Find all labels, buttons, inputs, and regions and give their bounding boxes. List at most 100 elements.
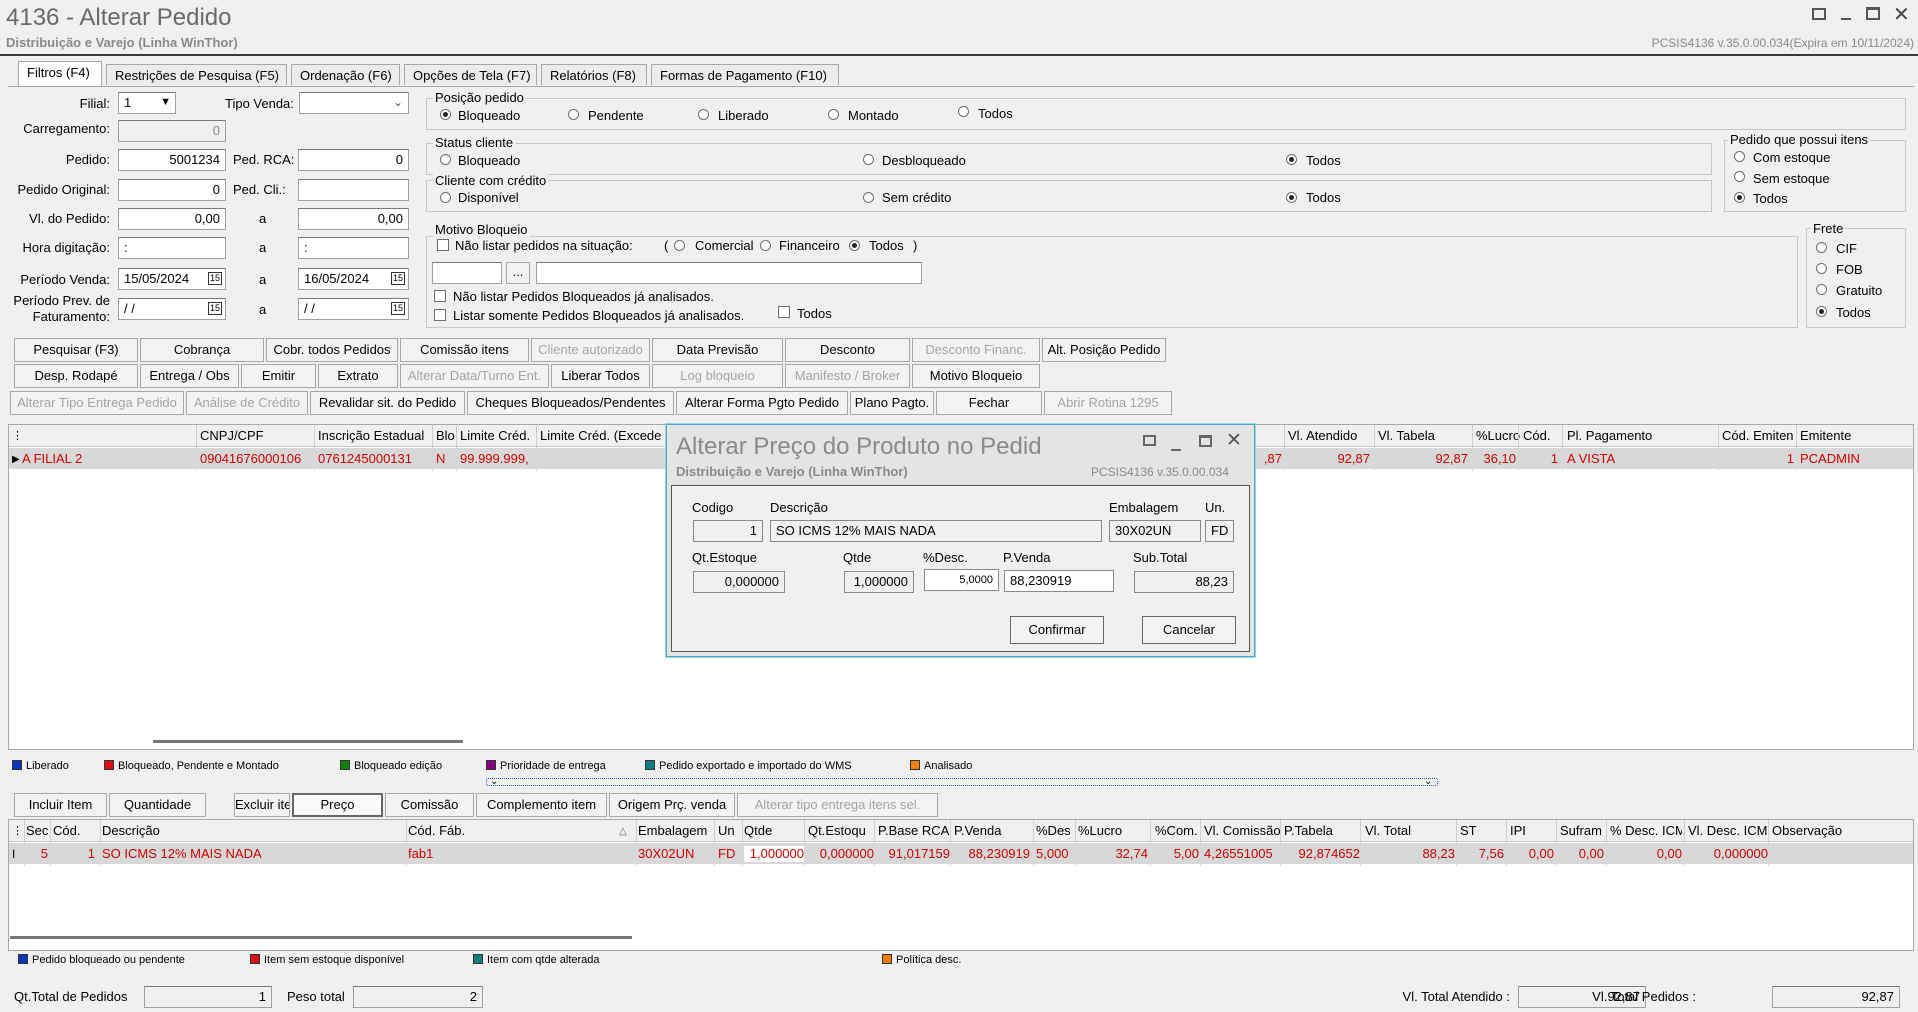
item-button-3[interactable]: Preço <box>292 793 383 817</box>
col-header[interactable]: Emitente <box>1800 428 1910 444</box>
maximize-icon[interactable] <box>1866 7 1880 20</box>
radio-itens-todos[interactable] <box>1734 192 1745 203</box>
minimize-icon[interactable] <box>1841 18 1851 20</box>
items-hscrollbar[interactable] <box>10 936 632 939</box>
col-header[interactable]: IPI <box>1510 823 1554 839</box>
action-button-r3-3[interactable]: Cheques Bloqueados/Pendentes <box>467 391 674 415</box>
radio-motivo-financeiro[interactable] <box>760 240 771 251</box>
action-button-2[interactable]: Cobr. todos Pedidos <box>266 338 398 362</box>
col-header[interactable]: P.Base RCA <box>878 823 950 839</box>
grid-menu-icon[interactable]: ⋮ <box>12 428 23 444</box>
col-header[interactable]: %Com. <box>1155 823 1199 839</box>
col-header[interactable]: Inscrição Estadual <box>318 428 434 444</box>
radio-posicao-bloqueado[interactable] <box>440 109 451 120</box>
col-header[interactable]: Vl. Total <box>1365 823 1455 839</box>
action-button-r2-0[interactable]: Desp. Rodapé <box>14 364 138 388</box>
dialog-restore-icon[interactable] <box>1143 435 1156 446</box>
dialog-maximize-icon[interactable] <box>1199 435 1212 447</box>
tab-0[interactable]: Filtros (F4) <box>18 61 102 86</box>
confirm-button[interactable]: Confirmar <box>1010 616 1104 644</box>
col-header[interactable]: %Lucro <box>1078 823 1148 839</box>
action-button-0[interactable]: Pesquisar (F3) <box>14 338 138 362</box>
dialog-minimize-icon[interactable] <box>1171 449 1181 451</box>
action-button-r2-8[interactable]: Motivo Bloqueio <box>912 364 1040 388</box>
dialog-close-icon[interactable]: ✕ <box>1226 429 1242 452</box>
radio-frete-todos[interactable] <box>1816 306 1827 317</box>
col-header[interactable]: Cód. <box>1523 428 1565 444</box>
calendar-icon[interactable]: 15 <box>390 272 405 285</box>
periodo-venda-to-input[interactable]: 16/05/2024 15 <box>298 268 409 290</box>
radio-credito-disponivel[interactable] <box>440 192 451 203</box>
radio-posicao-todos[interactable] <box>958 106 969 117</box>
nao-listar-checkbox[interactable] <box>437 239 449 251</box>
todos-checkbox[interactable] <box>778 306 790 318</box>
radio-frete-cif[interactable] <box>1816 242 1827 253</box>
radio-motivo-comercial[interactable] <box>674 240 685 251</box>
action-button-8[interactable]: Alt. Posição Pedido <box>1042 338 1166 362</box>
tab-1[interactable]: Restrições de Pesquisa (F5) <box>106 64 287 85</box>
action-button-r3-5[interactable]: Plano Pagto. <box>850 391 934 415</box>
pedido-input[interactable]: 5001234 <box>118 149 226 171</box>
periodo-prev-from-input[interactable]: / /15 <box>118 298 226 320</box>
col-header[interactable]: Pl. Pagamento <box>1567 428 1717 444</box>
ped-rca-input[interactable]: 0 <box>298 149 409 171</box>
action-button-r3-2[interactable]: Revalidar sit. do Pedido <box>310 391 465 415</box>
action-button-r3-6[interactable]: Fechar <box>936 391 1042 415</box>
radio-frete-gratuito[interactable] <box>1816 284 1827 295</box>
action-button-r3-4[interactable]: Alterar Forma Pgto Pedido <box>676 391 848 415</box>
nao-listar-analisados-checkbox[interactable] <box>434 290 446 302</box>
col-header[interactable]: Observação <box>1772 823 1912 839</box>
action-button-r2-5[interactable]: Liberar Todos <box>551 364 650 388</box>
col-header[interactable]: Descrição <box>102 823 402 839</box>
tab-3[interactable]: Opções de Tela (F7) <box>404 64 537 85</box>
radio-status-todos[interactable] <box>1286 154 1297 165</box>
splitter-down-icon[interactable]: ⌄ <box>1424 774 1432 790</box>
radio-status-desbloqueado[interactable] <box>863 154 874 165</box>
col-header[interactable]: Blo <box>436 428 458 444</box>
action-button-r2-1[interactable]: Entrega / Obs <box>140 364 239 388</box>
col-header[interactable]: Vl. Comissão <box>1204 823 1280 839</box>
col-header[interactable]: P.Venda <box>954 823 1030 839</box>
radio-credito-sem[interactable] <box>863 192 874 203</box>
col-header[interactable]: Qt.Estoqu <box>808 823 874 839</box>
radio-itens-com-estoque[interactable] <box>1734 151 1745 162</box>
table-cell[interactable]: 1,000000 <box>744 846 804 862</box>
col-header[interactable]: Sec <box>26 823 48 839</box>
col-header[interactable]: Vl. Desc. ICM <box>1688 823 1768 839</box>
calendar-icon[interactable]: 15 <box>207 302 222 315</box>
pedido-original-input[interactable]: 0 <box>118 179 226 201</box>
tipo-venda-select[interactable]: ⌄ <box>299 92 409 114</box>
action-button-r2-2[interactable]: Emitir <box>241 364 316 388</box>
action-button-6[interactable]: Desconto <box>785 338 910 362</box>
vl-pedido-to-input[interactable]: 0,00 <box>298 208 409 230</box>
radio-motivo-todos[interactable] <box>849 240 860 251</box>
col-header[interactable]: Limite Créd. (Excede <box>540 428 670 444</box>
action-button-r2-3[interactable]: Extrato <box>318 364 398 388</box>
radio-credito-todos[interactable] <box>1286 192 1297 203</box>
restore-icon[interactable] <box>1812 8 1826 20</box>
ped-cli-input[interactable] <box>298 179 409 201</box>
radio-itens-sem-estoque[interactable] <box>1734 171 1745 182</box>
col-header[interactable]: Limite Créd. <box>460 428 538 444</box>
radio-posicao-montado[interactable] <box>828 109 839 120</box>
col-header[interactable]: %Des <box>1036 823 1074 839</box>
radio-frete-fob[interactable] <box>1816 263 1827 274</box>
col-header[interactable]: Cód. <box>53 823 95 839</box>
radio-status-bloqueado[interactable] <box>440 154 451 165</box>
filial-select[interactable]: 1 ▼ <box>118 92 176 114</box>
cancel-button[interactable]: Cancelar <box>1142 616 1236 644</box>
col-header[interactable]: P.Tabela <box>1284 823 1360 839</box>
col-header[interactable]: Sufram <box>1560 823 1604 839</box>
tab-4[interactable]: Relatórios (F8) <box>541 64 647 85</box>
col-header[interactable]: Qtde <box>744 823 804 839</box>
calendar-icon[interactable]: 15 <box>390 302 405 315</box>
action-button-1[interactable]: Cobrança <box>140 338 264 362</box>
calendar-icon[interactable]: 15 <box>207 272 222 285</box>
radio-posicao-pendente[interactable] <box>568 109 579 120</box>
col-header[interactable]: Un <box>718 823 740 839</box>
orders-hscrollbar[interactable] <box>153 740 463 743</box>
carregamento-input[interactable]: 0 <box>118 120 226 142</box>
col-header[interactable]: Embalagem <box>638 823 712 839</box>
grid-menu-icon[interactable]: ⋮ <box>12 823 23 839</box>
col-header[interactable]: Vl. Tabela <box>1378 428 1472 444</box>
